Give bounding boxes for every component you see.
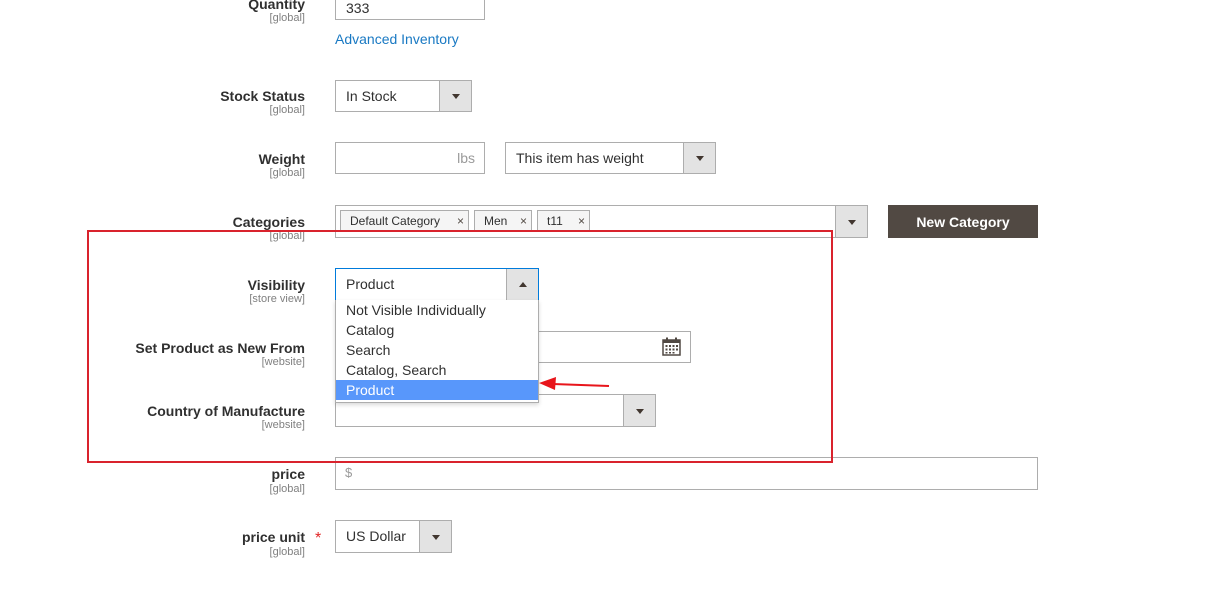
price-unit-label: price unit [241,529,305,545]
country-label: Country of Manufacture [147,403,305,419]
new-category-button[interactable]: New Category [888,205,1038,238]
weight-scope: [global] [269,167,305,179]
weight-input[interactable]: lbs [335,142,485,174]
quantity-input[interactable]: 333 [335,0,485,20]
visibility-select[interactable]: Product [335,268,539,301]
visibility-label: Visibility [247,277,305,293]
category-chip-label: Men [484,214,508,228]
visibility-dropdown-toggle[interactable] [506,269,538,300]
categories-dropdown-toggle[interactable] [835,206,867,237]
stock-status-label: Stock Status [220,88,305,104]
weight-type-value: This item has weight [516,150,644,166]
visibility-value: Product [346,276,395,292]
weight-unit: lbs [457,150,475,166]
price-unit-dropdown-toggle[interactable] [419,521,451,552]
visibility-option[interactable]: Catalog [336,320,538,340]
categories-label: Categories [232,214,305,230]
currency-symbol: $ [345,465,353,480]
country-scope: [website] [261,419,305,431]
stock-status-select[interactable]: In Stock [335,80,472,112]
required-asterisk: * [315,530,322,547]
visibility-options-list: Not Visible Individually Catalog Search … [335,300,539,403]
category-chip-label: t11 [547,214,563,228]
annotation-arrow-line [552,383,610,387]
visibility-option[interactable]: Not Visible Individually [336,300,538,320]
quantity-scope: [global] [269,12,305,24]
quantity-value: 333 [346,0,370,16]
price-scope: [global] [269,483,305,495]
categories-scope: [global] [269,230,305,242]
stock-status-dropdown-toggle[interactable] [439,81,471,111]
new-from-scope: [website] [261,356,305,368]
category-chip: Men × [474,210,532,232]
stock-status-value: In Stock [346,88,397,104]
weight-label: Weight [258,151,305,167]
visibility-option[interactable]: Catalog, Search [336,360,538,380]
weight-type-select[interactable]: This item has weight [505,142,716,174]
price-input[interactable]: $ [335,457,1038,490]
remove-chip-icon[interactable]: × [457,211,464,231]
visibility-scope: [store view] [249,293,305,305]
category-chip: Default Category × [340,210,469,232]
weight-type-dropdown-toggle[interactable] [683,143,715,173]
quantity-label: Quantity [248,0,305,12]
visibility-option[interactable]: Search [336,340,538,360]
chevron-down-icon [431,534,440,540]
chevron-down-icon [451,94,460,99]
stock-status-scope: [global] [269,104,305,116]
annotation-arrow-head [539,377,556,390]
advanced-inventory-link[interactable]: Advanced Inventory [335,31,459,47]
price-label: price [271,466,305,482]
price-unit-value: US Dollar [346,528,406,544]
chevron-down-icon [847,219,856,225]
new-from-label: Set Product as New From [135,340,305,356]
price-unit-scope: [global] [269,546,305,558]
chevron-down-icon [635,408,644,414]
price-unit-select[interactable]: US Dollar [335,520,452,553]
chevron-up-icon [518,281,527,287]
visibility-option-selected[interactable]: Product [336,380,538,400]
country-dropdown-toggle[interactable] [623,395,655,426]
remove-chip-icon[interactable]: × [520,211,527,231]
chevron-down-icon [695,156,704,161]
categories-multiselect[interactable]: Default Category × Men × t11 × [335,205,868,238]
calendar-icon[interactable] [662,337,681,356]
category-chip-label: Default Category [350,214,441,228]
remove-chip-icon[interactable]: × [578,211,585,231]
annotation-overlay [87,230,833,463]
category-chip: t11 × [537,210,590,232]
new-from-date-input[interactable] [535,331,691,363]
